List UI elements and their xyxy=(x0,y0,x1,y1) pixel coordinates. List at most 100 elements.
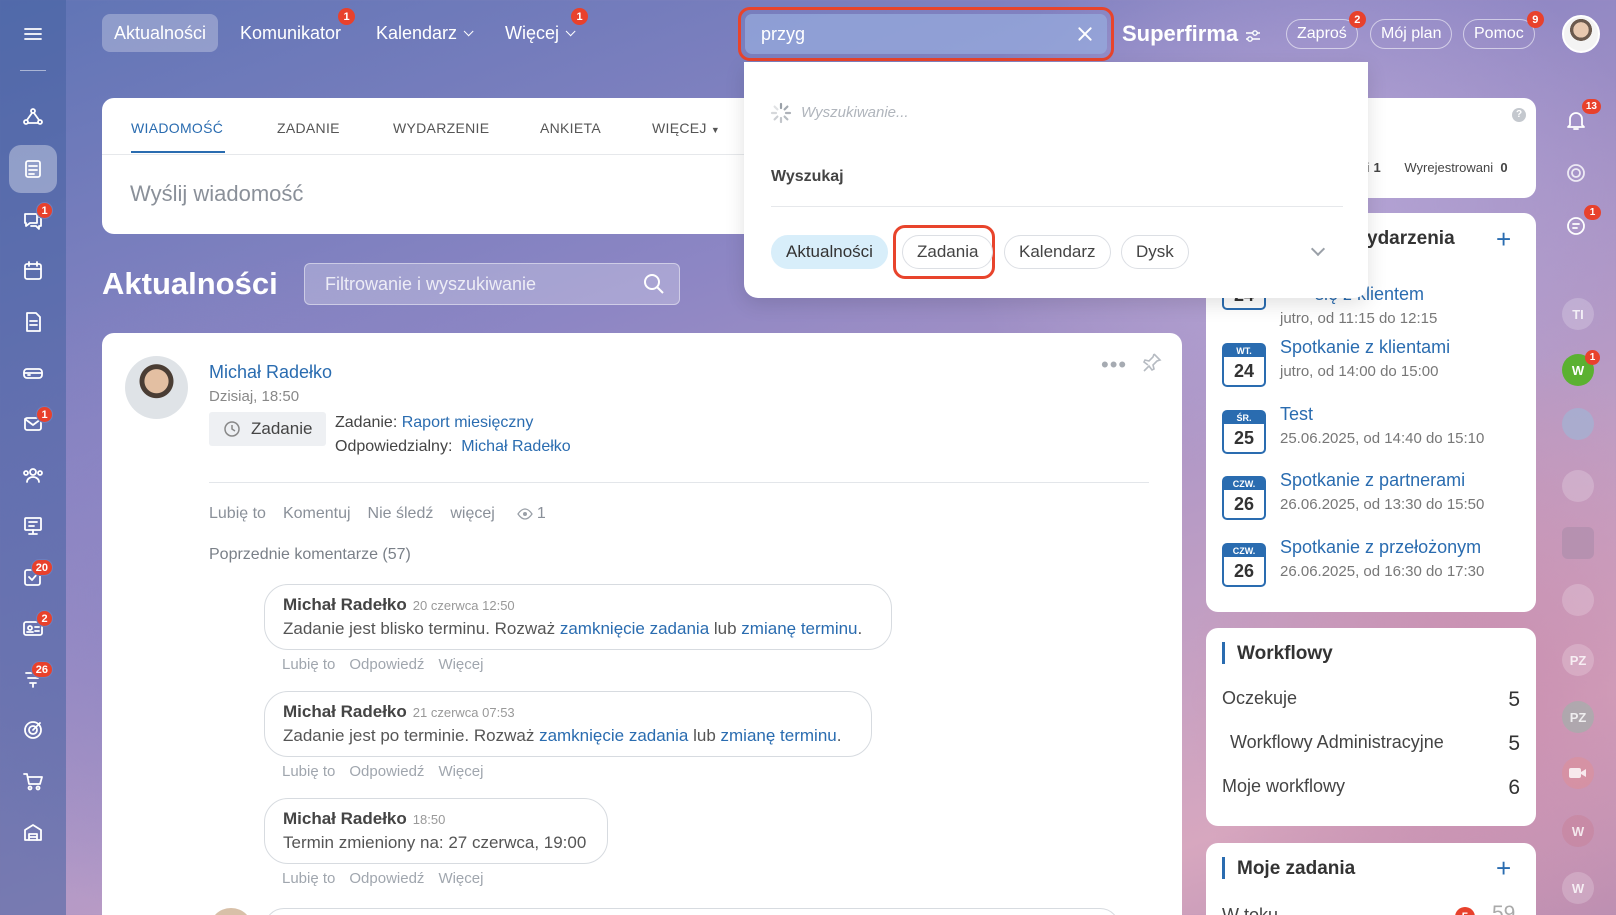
shop-nav-icon[interactable] xyxy=(9,757,57,805)
contact-avatar[interactable] xyxy=(1562,527,1594,559)
more-link[interactable]: więcej xyxy=(450,505,494,523)
comment-author[interactable]: Michał Radełko xyxy=(283,595,407,614)
nav-tab-messenger[interactable]: Komunikator 1 xyxy=(228,8,355,52)
scope-chip-tasks[interactable]: Zadania xyxy=(902,235,994,269)
crm-nav-icon[interactable]: 2 xyxy=(9,604,57,652)
contact-avatar[interactable]: PZ xyxy=(1562,701,1594,733)
comment-link[interactable]: Komentuj xyxy=(283,505,351,523)
composer-input[interactable]: Wyślij wiadomość xyxy=(130,181,303,207)
clock-icon xyxy=(224,421,240,437)
contact-avatar[interactable]: W xyxy=(1562,872,1594,904)
comment-more-link[interactable]: Więcej xyxy=(438,870,483,887)
workgroups-nav-icon[interactable] xyxy=(9,502,57,550)
clear-search-icon[interactable] xyxy=(1077,26,1093,42)
responsible-line: Odpowiedzialny: Michał Radełko xyxy=(335,438,571,456)
event-title[interactable]: Test xyxy=(1280,404,1313,425)
reply-input[interactable] xyxy=(264,908,1120,915)
comment-more-link[interactable]: Więcej xyxy=(438,763,483,780)
post-time[interactable]: Dzisiaj, 18:50 xyxy=(209,388,299,405)
tasks-nav-icon[interactable]: 20 xyxy=(9,553,57,601)
company-name[interactable]: Superfirma xyxy=(1122,21,1238,47)
task-link[interactable]: Raport miesięczny xyxy=(402,414,534,431)
inventory-nav-icon[interactable] xyxy=(9,808,57,856)
author-avatar[interactable] xyxy=(125,356,188,419)
search-icon[interactable] xyxy=(643,273,665,295)
event-title[interactable]: Spotkanie z przełożonym xyxy=(1280,537,1481,558)
add-event-icon[interactable]: + xyxy=(1496,224,1511,255)
menu-icon[interactable] xyxy=(9,10,57,58)
tasks-in-progress-label[interactable]: W toku xyxy=(1222,905,1278,915)
contact-avatar[interactable] xyxy=(1562,408,1594,440)
comment-reply-link[interactable]: Odpowiedź xyxy=(349,656,424,673)
more-options-icon[interactable]: ••• xyxy=(1101,352,1127,378)
scope-chip-calendar[interactable]: Kalendarz xyxy=(1004,235,1111,269)
nav-tab-more[interactable]: Więcej 1 xyxy=(493,8,588,52)
comment-author[interactable]: Michał Radełko xyxy=(283,809,407,828)
scope-chip-feed[interactable]: Aktualności xyxy=(771,235,888,269)
employees-nav-icon[interactable] xyxy=(9,451,57,499)
comment-text-part: . xyxy=(857,619,863,638)
mail-nav-icon[interactable]: 1 xyxy=(9,400,57,448)
help-icon[interactable]: ? xyxy=(1512,108,1526,122)
change-deadline-link[interactable]: zmianę terminu xyxy=(721,726,837,745)
task-type-label: Zadanie xyxy=(251,419,313,438)
chat-bubble-icon[interactable]: 1 xyxy=(1559,205,1601,243)
workflow-row[interactable]: Moje workflowy 6 xyxy=(1222,776,1520,800)
comment-like-link[interactable]: Lubię to xyxy=(282,656,335,673)
bell-icon[interactable]: 13 xyxy=(1559,99,1601,137)
nav-tab-calendar[interactable]: Kalendarz xyxy=(364,14,482,52)
contact-avatar[interactable]: TI xyxy=(1562,298,1594,330)
drive-nav-icon[interactable] xyxy=(9,349,57,397)
user-avatar[interactable] xyxy=(1562,15,1600,53)
contact-avatar[interactable] xyxy=(1562,470,1594,502)
comment-more-link[interactable]: Więcej xyxy=(438,656,483,673)
close-task-link[interactable]: zamknięcie zadania xyxy=(539,726,688,745)
event-time: jutro, od 11:15 do 12:15 xyxy=(1280,310,1438,327)
calendar-nav-icon[interactable] xyxy=(9,247,57,295)
chat-nav-icon[interactable]: 1 xyxy=(9,196,57,244)
comment-like-link[interactable]: Lubię to xyxy=(282,870,335,887)
like-link[interactable]: Lubię to xyxy=(209,505,266,523)
settings-sliders-icon[interactable] xyxy=(1244,28,1262,44)
responsible-link[interactable]: Michał Radełko xyxy=(461,438,570,455)
event-title[interactable]: Spotkanie z partnerami xyxy=(1280,470,1465,491)
copilot-icon[interactable] xyxy=(1559,156,1593,190)
workflow-row[interactable]: Workflowy Administracyjne 5 xyxy=(1230,732,1520,756)
feed-nav-icon[interactable] xyxy=(9,145,57,193)
contact-avatar[interactable]: PZ xyxy=(1562,644,1594,676)
pin-icon[interactable] xyxy=(1142,352,1162,372)
invite-button[interactable]: Zaproś 2 xyxy=(1286,11,1366,49)
contact-avatar[interactable]: W xyxy=(1562,815,1594,847)
unfollow-link[interactable]: Nie śledź xyxy=(368,505,434,523)
help-button[interactable]: Pomoc 9 xyxy=(1463,11,1544,49)
tab-poll[interactable]: ANKIETA xyxy=(540,120,601,136)
workflow-row[interactable]: Oczekuje 5 xyxy=(1222,688,1520,712)
tab-message[interactable]: WIADOMOŚĆ xyxy=(131,120,223,136)
comment-reply-link[interactable]: Odpowiedź xyxy=(349,763,424,780)
tab-more[interactable]: WIĘCEJ ▼ xyxy=(652,120,720,136)
previous-comments-link[interactable]: Poprzednie komentarze (57) xyxy=(209,546,411,564)
my-plan-button[interactable]: Mój plan xyxy=(1370,19,1453,49)
contact-avatar[interactable]: W 1 xyxy=(1562,350,1600,386)
search-input[interactable] xyxy=(761,23,1077,45)
sites-icon[interactable] xyxy=(9,94,57,142)
comment-like-link[interactable]: Lubię to xyxy=(282,763,335,780)
event-title[interactable]: Spotkanie z klientami xyxy=(1280,337,1450,358)
comment-author[interactable]: Michał Radełko xyxy=(283,702,407,721)
automation-nav-icon[interactable]: 26 xyxy=(9,655,57,703)
tab-task[interactable]: ZADANIE xyxy=(277,120,340,136)
tab-event[interactable]: WYDARZENIE xyxy=(393,120,489,136)
event-dow: ŚR. xyxy=(1224,412,1264,424)
documents-nav-icon[interactable] xyxy=(9,298,57,346)
goals-nav-icon[interactable] xyxy=(9,706,57,754)
change-deadline-link[interactable]: zmianę terminu xyxy=(741,619,857,638)
post-author[interactable]: Michał Radełko xyxy=(209,362,332,383)
add-task-icon[interactable]: + xyxy=(1496,853,1511,884)
scope-chip-drive[interactable]: Dysk xyxy=(1121,235,1189,269)
comment-reply-link[interactable]: Odpowiedź xyxy=(349,870,424,887)
contact-avatar[interactable] xyxy=(1562,584,1594,616)
feed-filter-input[interactable]: Filtrowanie i wyszukiwanie xyxy=(304,263,680,305)
close-task-link[interactable]: zamknięcie zadania xyxy=(560,619,709,638)
video-call-icon[interactable] xyxy=(1562,757,1594,789)
nav-tab-feed[interactable]: Aktualności xyxy=(102,14,219,52)
